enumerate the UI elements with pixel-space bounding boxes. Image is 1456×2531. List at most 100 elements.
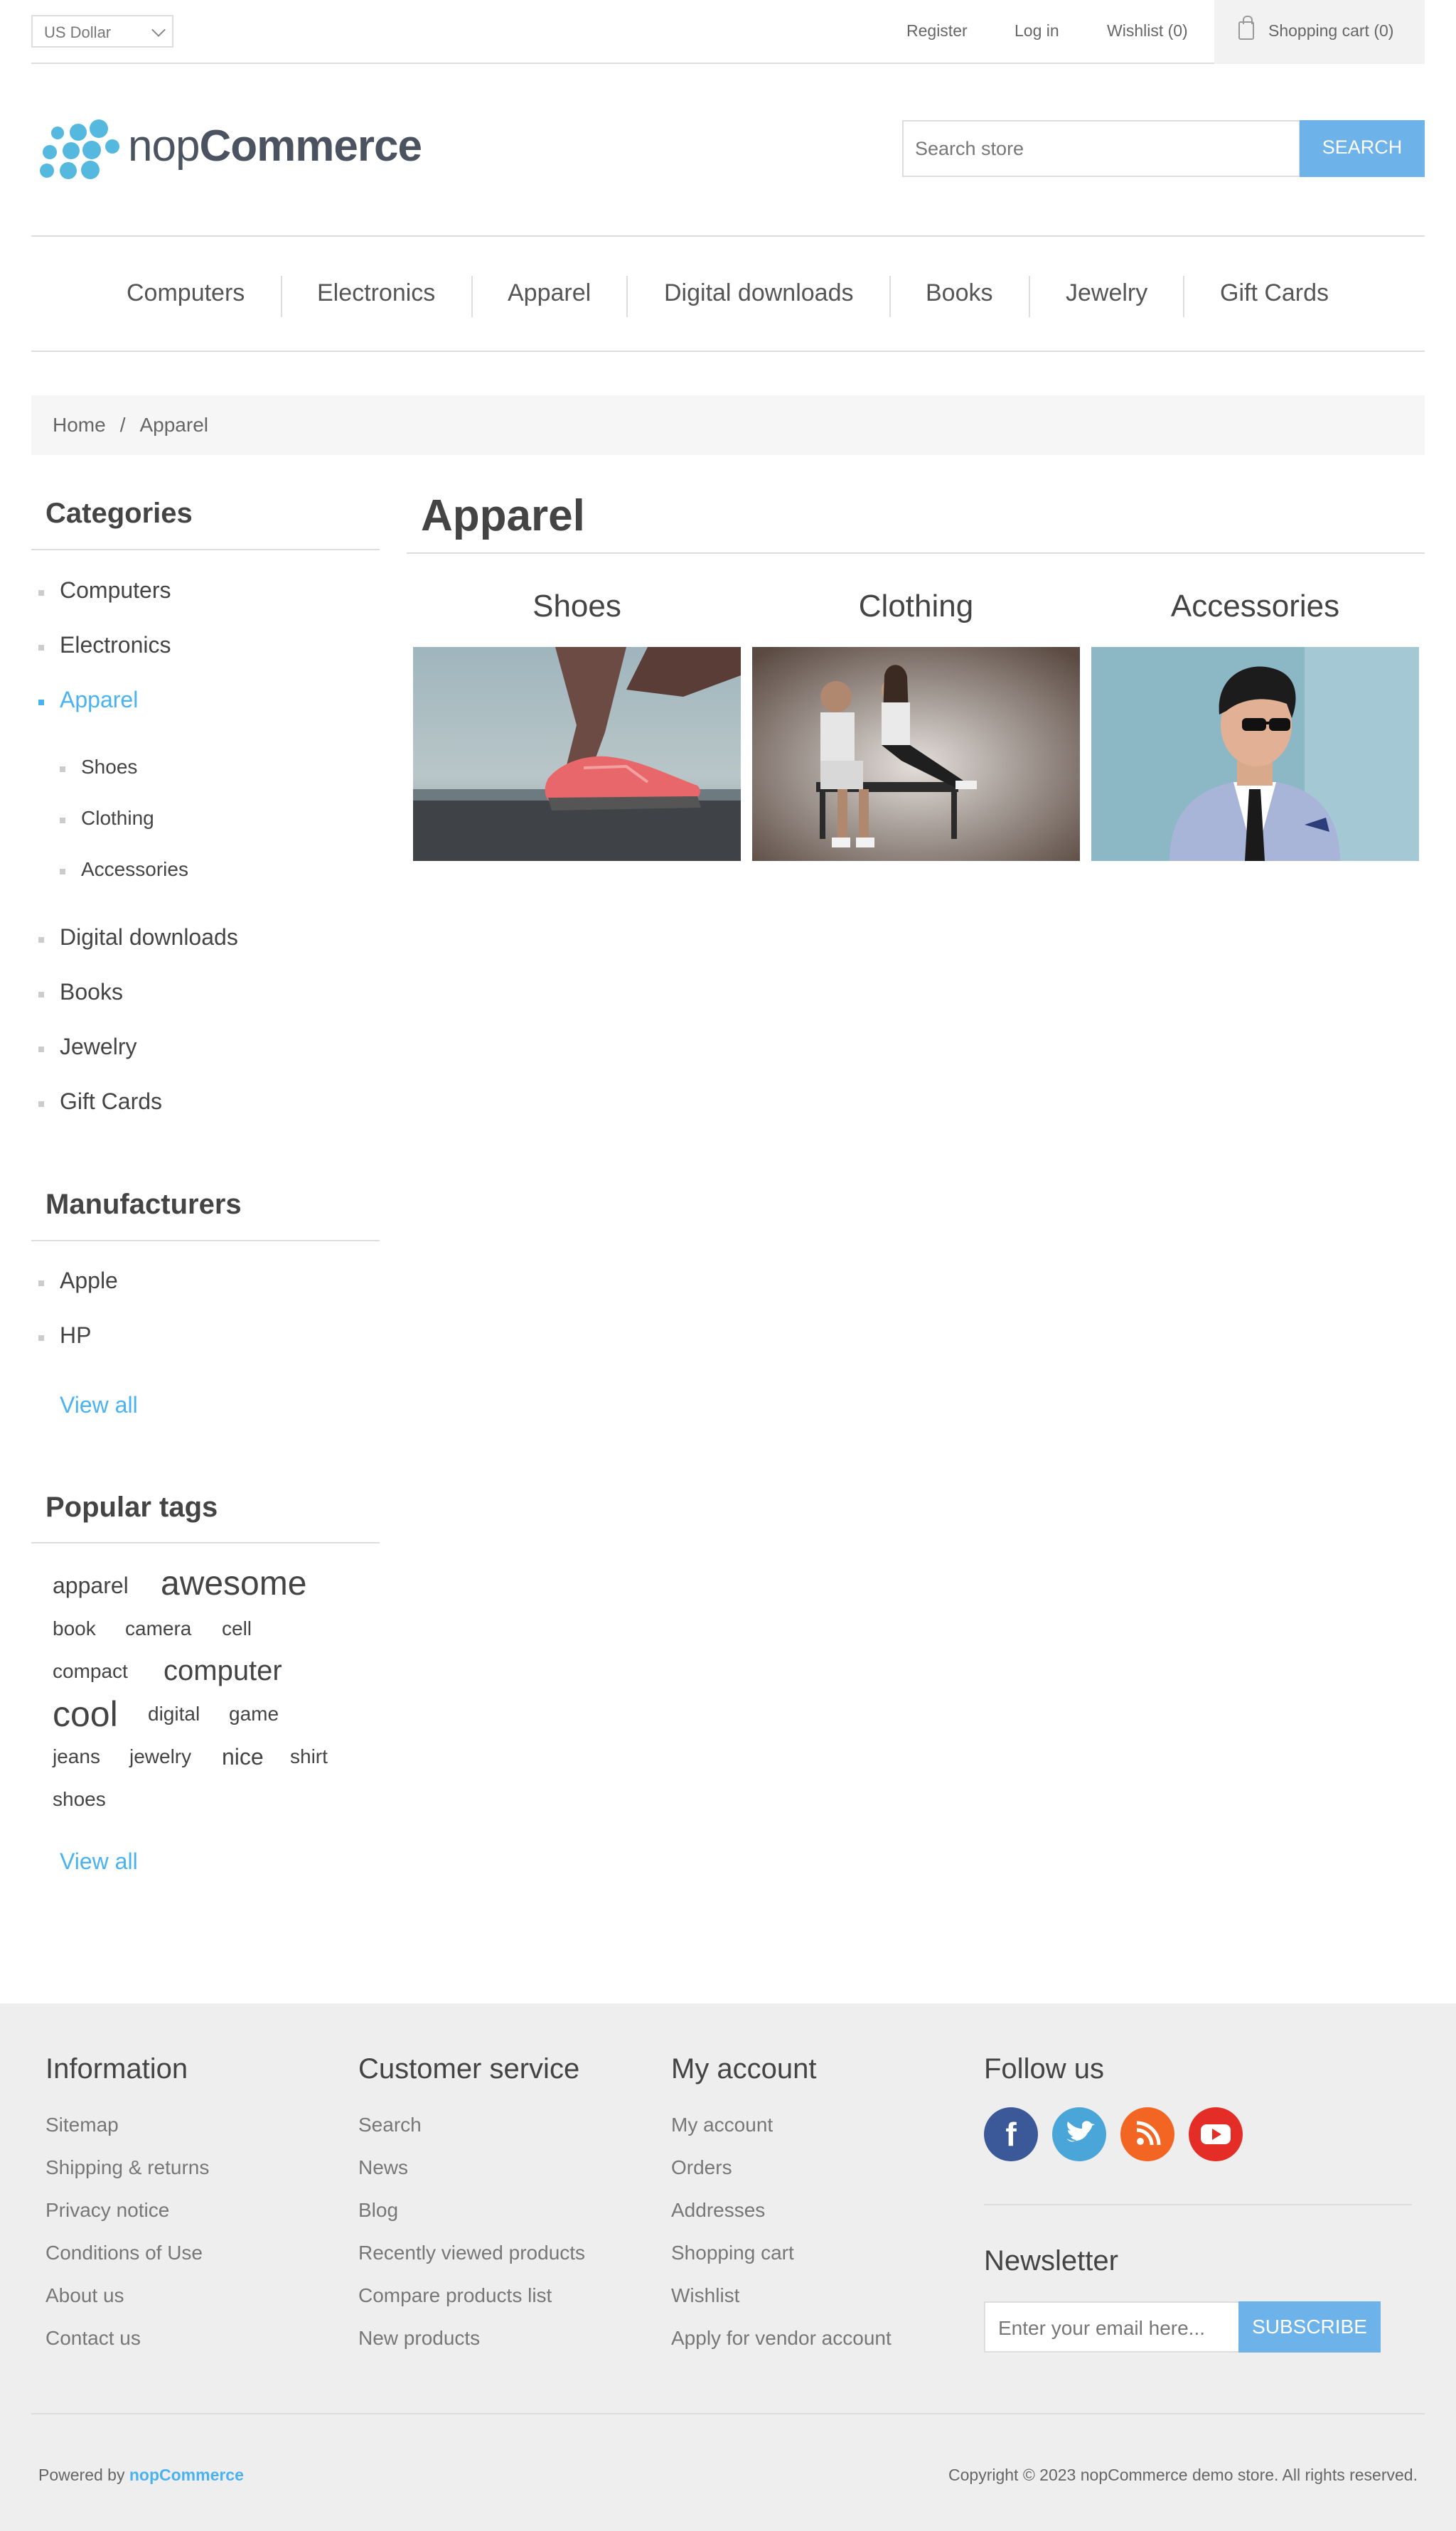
footer-bottom-divider (31, 2413, 1425, 2414)
tag-link[interactable]: nice (222, 1744, 264, 1770)
nav-divider (889, 276, 891, 317)
footer-link-privacy-notice[interactable]: Privacy notice (46, 2199, 169, 2222)
youtube-icon[interactable] (1189, 2107, 1243, 2161)
tag-link[interactable]: book (53, 1617, 96, 1640)
footer-link-news[interactable]: News (358, 2156, 408, 2179)
tag-link[interactable]: awesome (161, 1564, 306, 1603)
shopping-cart-link[interactable]: Shopping cart (0) (1214, 0, 1425, 64)
tags-view-all-link[interactable]: View all (60, 1848, 138, 1875)
svg-text:f: f (1005, 2116, 1017, 2153)
footer-link-apply-vendor[interactable]: Apply for vendor account (671, 2327, 892, 2350)
manufacturers-view-all-link[interactable]: View all (60, 1392, 138, 1418)
subscribe-button[interactable]: SUBSCRIBE (1238, 2301, 1381, 2353)
breadcrumb-home-link[interactable]: Home (53, 414, 106, 436)
footer-link-wishlist[interactable]: Wishlist (671, 2284, 739, 2307)
footer-link-search[interactable]: Search (358, 2114, 422, 2136)
tag-link[interactable]: camera (125, 1617, 191, 1640)
tag-link[interactable]: jeans (53, 1745, 100, 1768)
header-links-bar: US Dollar Register Log in Wishlist (0) S… (31, 0, 1425, 64)
footer-my-account-title: My account (671, 2053, 817, 2085)
footer-link-sitemap[interactable]: Sitemap (46, 2114, 119, 2136)
main-navigation: Computers Electronics Apparel Digital do… (31, 235, 1425, 352)
sidebar-item-gift-cards[interactable]: Gift Cards (60, 1088, 162, 1115)
nav-item-digital-downloads[interactable]: Digital downloads (664, 279, 854, 307)
footer-link-about-us[interactable]: About us (46, 2284, 124, 2307)
manufacturer-item-apple[interactable]: Apple (60, 1268, 118, 1294)
footer-link-orders[interactable]: Orders (671, 2156, 732, 2179)
wishlist-link[interactable]: Wishlist (0) (1107, 21, 1188, 41)
footer-link-compare-products[interactable]: Compare products list (358, 2284, 552, 2307)
list-bullet (38, 1280, 44, 1286)
tag-link[interactable]: digital (148, 1703, 200, 1725)
sidebar-item-computers[interactable]: Computers (60, 577, 171, 604)
sidebar-item-apparel[interactable]: Apparel (60, 687, 138, 713)
tag-link[interactable]: shoes (53, 1788, 106, 1811)
tag-link[interactable]: compact (53, 1660, 128, 1683)
popular-tags-divider (31, 1542, 380, 1543)
login-link[interactable]: Log in (1015, 21, 1059, 41)
list-bullet (38, 1101, 44, 1107)
sidebar-subitem-accessories[interactable]: Accessories (81, 858, 188, 881)
facebook-icon[interactable]: f (984, 2107, 1038, 2161)
nav-divider (1029, 276, 1030, 317)
list-bullet (38, 992, 44, 997)
powered-by-brand-link[interactable]: nopCommerce (129, 2466, 244, 2484)
sidebar-item-jewelry[interactable]: Jewelry (60, 1034, 136, 1060)
footer-link-shipping-returns[interactable]: Shipping & returns (46, 2156, 209, 2179)
newsletter-email-input[interactable]: Enter your email here... (984, 2301, 1240, 2353)
logo-wordmark: nopCommerce (128, 122, 422, 171)
twitter-icon[interactable] (1052, 2107, 1106, 2161)
footer-link-my-account[interactable]: My account (671, 2114, 773, 2136)
subcategory-title-clothing[interactable]: Clothing (752, 589, 1080, 624)
search-input[interactable]: Search store (902, 120, 1300, 177)
tag-link[interactable]: computer (164, 1655, 282, 1687)
store-logo[interactable]: nopCommerce (31, 114, 422, 185)
subcategory-image-accessories[interactable] (1091, 647, 1419, 861)
nav-item-gift-cards[interactable]: Gift Cards (1220, 279, 1329, 307)
tag-link[interactable]: cool (53, 1693, 118, 1735)
subcategory-image-clothing[interactable] (752, 647, 1080, 861)
footer-link-conditions-of-use[interactable]: Conditions of Use (46, 2242, 203, 2264)
nav-item-electronics[interactable]: Electronics (317, 279, 435, 307)
footer-link-new-products[interactable]: New products (358, 2327, 480, 2350)
footer-link-recently-viewed[interactable]: Recently viewed products (358, 2242, 585, 2264)
powered-by-label: Powered by (38, 2466, 125, 2484)
footer-link-blog[interactable]: Blog (358, 2199, 398, 2222)
subcategory-title-accessories[interactable]: Accessories (1091, 589, 1419, 624)
list-bullet (38, 700, 44, 705)
sidebar-subitem-shoes[interactable]: Shoes (81, 756, 137, 778)
nav-divider (626, 276, 628, 317)
footer: Information Sitemap Shipping & returns P… (0, 2003, 1456, 2531)
tag-link[interactable]: jewelry (129, 1745, 191, 1768)
nav-item-books[interactable]: Books (926, 279, 993, 307)
tag-link[interactable]: game (229, 1703, 279, 1725)
sidebar-subitem-clothing[interactable]: Clothing (81, 807, 154, 830)
subcategory-image-shoes[interactable] (413, 647, 741, 861)
nav-item-computers[interactable]: Computers (127, 279, 245, 307)
tag-link[interactable]: shirt (290, 1745, 328, 1768)
currency-selector[interactable]: US Dollar (31, 15, 173, 48)
list-bullet (60, 818, 65, 823)
breadcrumb: Home / Apparel (31, 395, 1425, 455)
footer-link-shopping-cart[interactable]: Shopping cart (671, 2242, 794, 2264)
categories-title: Categories (46, 498, 193, 529)
newsletter-title: Newsletter (984, 2245, 1118, 2276)
breadcrumb-separator: / (119, 414, 126, 436)
tag-link[interactable]: cell (222, 1617, 252, 1640)
manufacturer-item-hp[interactable]: HP (60, 1322, 91, 1349)
search-button[interactable]: SEARCH (1300, 120, 1425, 177)
footer-link-addresses[interactable]: Addresses (671, 2199, 765, 2222)
shopping-bag-icon (1238, 16, 1254, 40)
register-link[interactable]: Register (906, 21, 968, 41)
sidebar-item-books[interactable]: Books (60, 979, 123, 1005)
footer-link-contact-us[interactable]: Contact us (46, 2327, 141, 2350)
nav-divider (471, 276, 473, 317)
sidebar-item-electronics[interactable]: Electronics (60, 632, 171, 658)
nav-item-apparel[interactable]: Apparel (508, 279, 591, 307)
sidebar-item-digital-downloads[interactable]: Digital downloads (60, 924, 238, 951)
rss-icon[interactable] (1120, 2107, 1174, 2161)
footer-information-title: Information (46, 2053, 188, 2085)
subcategory-title-shoes[interactable]: Shoes (413, 589, 741, 624)
nav-item-jewelry[interactable]: Jewelry (1066, 279, 1147, 307)
tag-link[interactable]: apparel (53, 1573, 129, 1599)
